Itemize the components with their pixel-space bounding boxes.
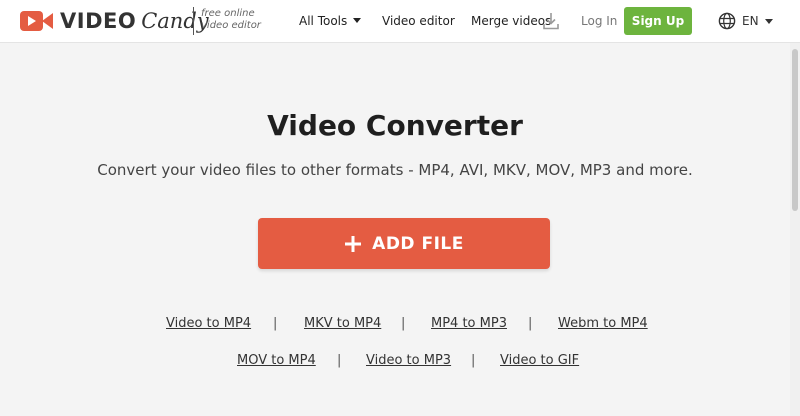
video-camera-logo-icon	[20, 11, 53, 31]
logo-divider	[193, 7, 194, 35]
link-separator: |	[337, 353, 342, 368]
link-video-to-mp3[interactable]: Video to MP3	[366, 353, 451, 369]
tagline-line-2: video editor	[201, 20, 261, 31]
login-link[interactable]: Log In	[581, 13, 617, 29]
download-icon[interactable]	[543, 12, 559, 30]
add-file-label: ADD FILE	[372, 233, 464, 254]
brand-tagline: free online video editor	[201, 8, 271, 32]
caret-down-icon	[764, 18, 773, 24]
page-scrollbar[interactable]	[790, 43, 800, 416]
language-label: EN	[742, 14, 759, 28]
top-navbar: VIDEO Candy free online video editor All…	[0, 0, 800, 43]
page-subtitle: Convert your video files to other format…	[97, 161, 693, 179]
brand-logo[interactable]: VIDEO Candy	[20, 9, 209, 33]
add-file-button[interactable]: ADD FILE	[258, 218, 550, 269]
logo-word-candy: Candy	[141, 9, 209, 33]
signup-button[interactable]: Sign Up	[624, 7, 692, 35]
link-video-to-mp4[interactable]: Video to MP4	[166, 316, 251, 332]
caret-down-icon	[353, 18, 362, 23]
link-mp4-to-mp3[interactable]: MP4 to MP3	[431, 316, 507, 332]
nav-all-tools-label: All Tools	[299, 14, 348, 28]
link-mkv-to-mp4[interactable]: MKV to MP4	[304, 316, 381, 332]
link-webm-to-mp4[interactable]: Webm to MP4	[558, 316, 648, 332]
nav-merge-videos-link[interactable]: Merge videos	[471, 13, 551, 29]
globe-icon	[718, 12, 736, 30]
page: VIDEO Candy free online video editor All…	[0, 0, 800, 416]
nav-all-tools-dropdown[interactable]: All Tools	[299, 13, 362, 29]
link-separator: |	[401, 316, 406, 331]
scrollbar-thumb[interactable]	[792, 49, 798, 211]
link-video-to-gif[interactable]: Video to GIF	[500, 353, 579, 369]
language-selector[interactable]: EN	[718, 11, 773, 31]
tagline-line-1: free online	[201, 8, 255, 19]
page-title: Video Converter	[267, 109, 523, 142]
link-mov-to-mp4[interactable]: MOV to MP4	[237, 353, 316, 369]
link-separator: |	[273, 316, 278, 331]
nav-video-editor-link[interactable]: Video editor	[382, 13, 455, 29]
link-separator: |	[471, 353, 476, 368]
logo-word-video: VIDEO	[60, 9, 137, 33]
link-separator: |	[528, 316, 533, 331]
plus-icon	[345, 235, 362, 252]
